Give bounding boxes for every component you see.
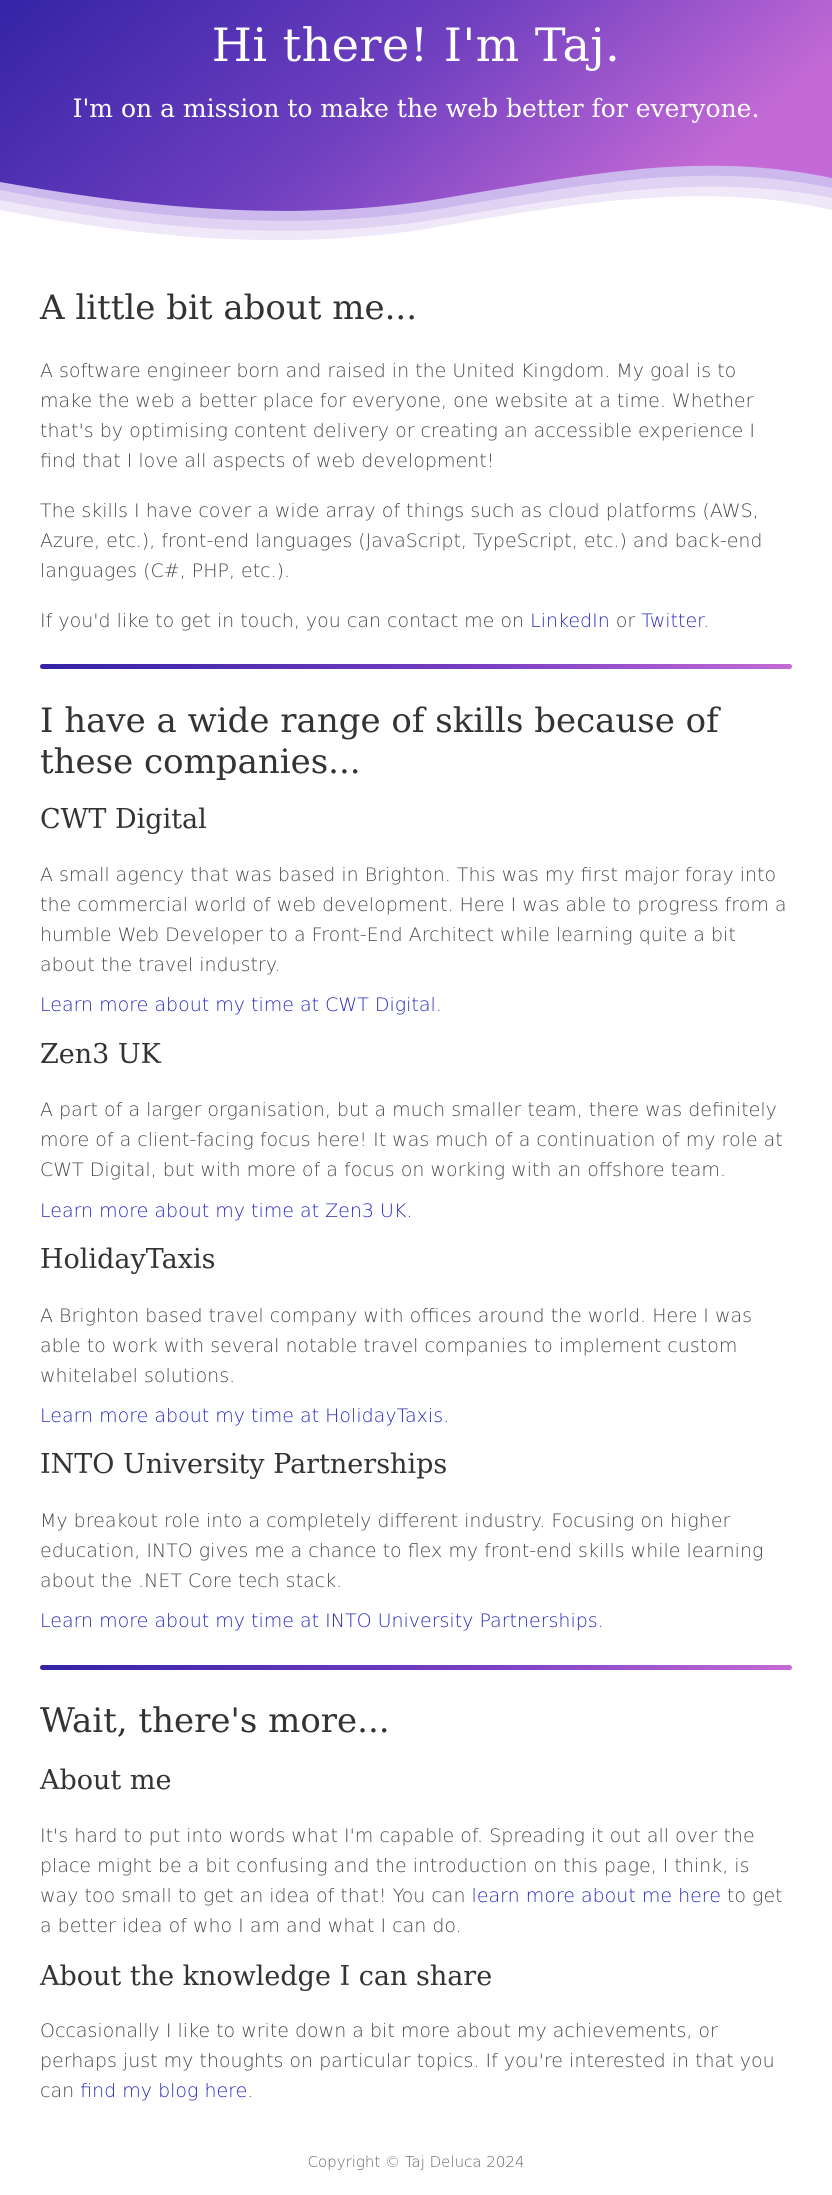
company-link-into[interactable]: Learn more about my time at INTO Univers… [40,1610,604,1632]
company-link-cwt[interactable]: Learn more about my time at CWT Digital. [40,994,442,1016]
contact-or: or [609,610,642,632]
company-link-paragraph-holidaytaxis: Learn more about my time at HolidayTaxis… [40,1401,792,1431]
company-link-paragraph-cwt: Learn more about my time at CWT Digital. [40,990,792,1020]
knowledge-heading: About the knowledge I can share [40,1961,493,1992]
company-description-cwt: A small agency that was based in Brighto… [40,864,787,976]
about-me-heading: About me [40,1765,172,1796]
contact-prefix: If you'd like to get in touch, you can c… [40,610,531,632]
knowledge-paragraph: Occasionally I like to write down a bit … [40,2016,792,2106]
twitter-link[interactable]: Twitter [641,610,703,632]
company-link-zen3[interactable]: Learn more about my time at Zen3 UK. [40,1200,412,1222]
company-description-into: My breakout role into a completely diffe… [40,1510,764,1592]
about-me-link[interactable]: learn more about me here [472,1885,721,1907]
hero-subtitle: I'm on a mission to make the web better … [72,94,760,123]
company-link-paragraph-into: Learn more about my time at INTO Univers… [40,1606,792,1636]
more-heading: Wait, there's more... [40,1701,390,1741]
about-heading: A little bit about me... [40,288,418,328]
section-divider [40,1665,792,1670]
blog-link[interactable]: find my blog here [80,2080,247,2102]
footer-copyright: Copyright © Taj Deluca 2024 [307,2153,525,2171]
company-description-zen3: A part of a larger organisation, but a m… [40,1099,783,1181]
hero-title: Hi there! I'm Taj. [211,18,621,72]
company-description-holidaytaxis: A Brighton based travel company with off… [40,1305,753,1387]
about-paragraph-1: A software engineer born and raised in t… [40,360,755,472]
about-me-paragraph: It's hard to put into words what I'm cap… [40,1821,792,1941]
company-name-into: INTO University Partnerships [40,1449,448,1480]
hero-banner: Hi there! I'm Taj. I'm on a mission to m… [0,0,832,250]
contact-suffix: . [703,610,710,632]
about-paragraph-2: The skills I have cover a wide array of … [40,500,763,582]
company-name-holidaytaxis: HolidayTaxis [40,1244,216,1275]
linkedin-link[interactable]: LinkedIn [530,610,610,632]
knowledge-text-end: . [247,2080,254,2102]
company-name-zen3: Zen3 UK [40,1039,161,1070]
contact-paragraph: If you'd like to get in touch, you can c… [40,606,792,636]
section-divider [40,664,792,669]
company-name-cwt: CWT Digital [40,804,207,835]
companies-heading: I have a wide range of skills because of… [40,701,719,782]
company-link-paragraph-zen3: Learn more about my time at Zen3 UK. [40,1196,792,1226]
company-link-holidaytaxis[interactable]: Learn more about my time at HolidayTaxis… [40,1405,449,1427]
